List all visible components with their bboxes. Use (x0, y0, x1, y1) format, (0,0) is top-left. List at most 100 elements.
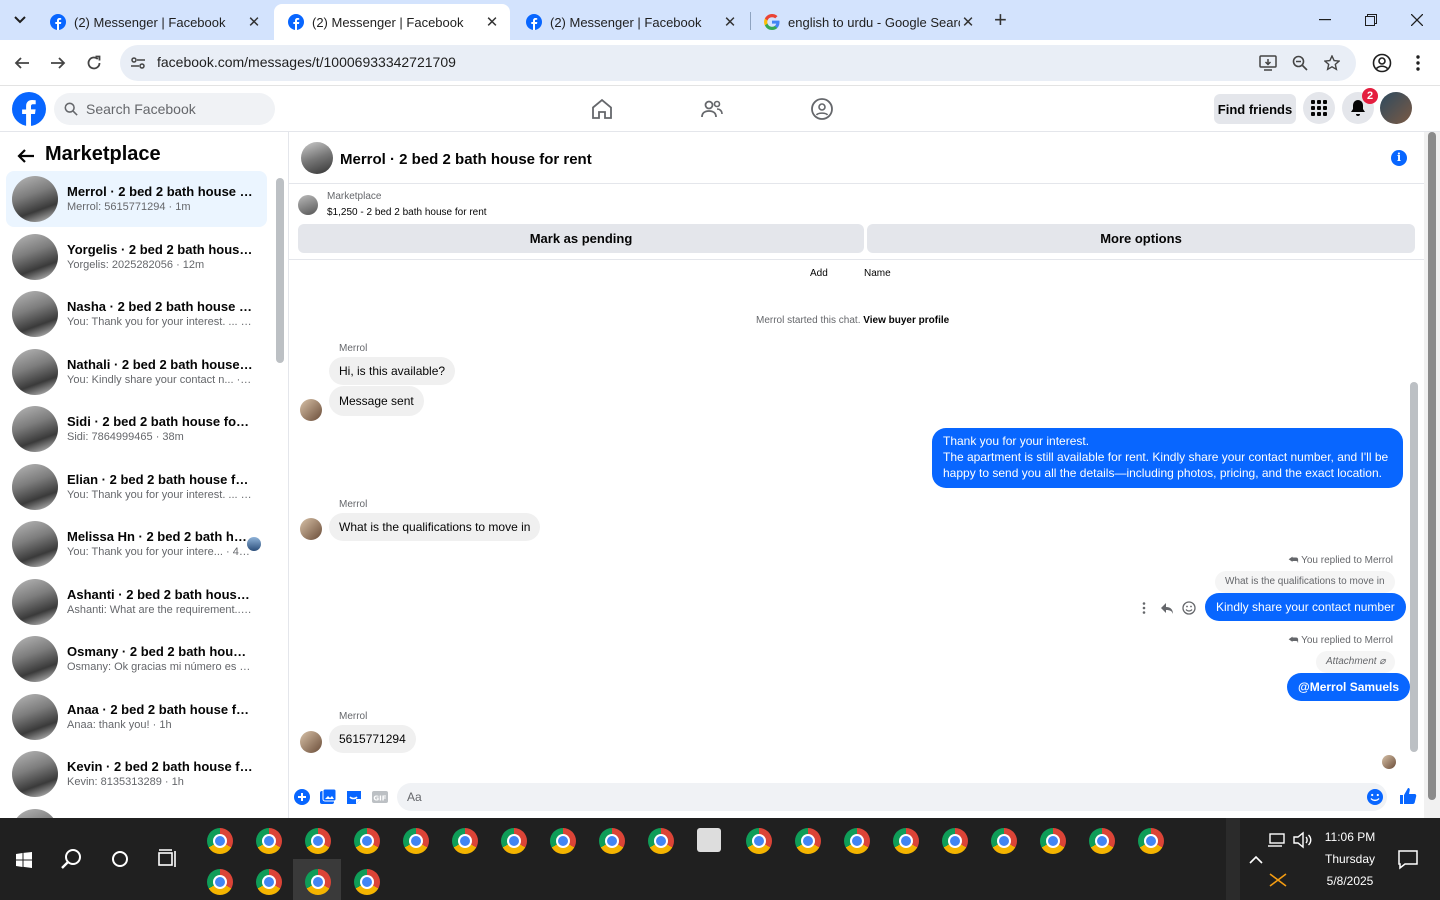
chrome-taskbar-icon[interactable] (452, 828, 478, 854)
outgoing-message[interactable]: Kindly share your contact number (1205, 593, 1406, 621)
chrome-taskbar-icon[interactable] (1040, 828, 1066, 854)
facebook-search-input[interactable]: Search Facebook (54, 93, 275, 125)
zoom-icon[interactable] (1288, 51, 1312, 75)
incoming-message[interactable]: Message sent (329, 386, 424, 416)
notification-center-icon[interactable] (1396, 847, 1420, 871)
conversation-item[interactable]: Yorgelis · 2 bed 2 bath house for rent Yo… (6, 229, 267, 285)
find-friends-button[interactable]: Find friends (1214, 94, 1296, 124)
bookmark-star-icon[interactable] (1320, 51, 1344, 75)
outgoing-message[interactable]: Thank you for your interest. The apartme… (932, 428, 1403, 488)
search-icon[interactable] (60, 847, 84, 871)
reload-button[interactable] (82, 51, 106, 75)
conversation-item[interactable]: Ashanti · 2 bed 2 bath house for rent Ash… (6, 574, 267, 630)
incoming-message[interactable]: 5615771294 (329, 725, 416, 753)
sender-avatar[interactable] (300, 399, 322, 421)
back-button[interactable] (10, 51, 34, 75)
conversation-item[interactable]: Anaa · 2 bed 2 bath house for rent Anaa: … (6, 689, 267, 745)
chrome-taskbar-icon[interactable] (942, 828, 968, 854)
sender-avatar[interactable] (300, 731, 322, 753)
close-tab-icon[interactable]: ✕ (960, 13, 976, 31)
chrome-taskbar-icon[interactable] (550, 828, 576, 854)
clock-time[interactable]: 11:06 PM (1310, 830, 1390, 844)
groups-icon[interactable] (810, 97, 834, 121)
conversation-item[interactable]: Osmany · 2 bed 2 bath house for rent Osma… (6, 631, 267, 687)
name-label[interactable]: Name (864, 268, 891, 279)
chrome-taskbar-icon[interactable] (403, 828, 429, 854)
chrome-taskbar-icon[interactable] (648, 828, 674, 854)
browser-tab-3[interactable]: (2) Messenger | Facebook ✕ (512, 4, 748, 40)
thumbs-up-icon[interactable] (1399, 787, 1417, 805)
clock-date[interactable]: 5/8/2025 (1310, 874, 1390, 888)
friends-icon[interactable] (700, 97, 724, 121)
chrome-taskbar-icon[interactable] (893, 828, 919, 854)
browser-menu-button[interactable] (1406, 51, 1430, 75)
reply-icon[interactable] (1160, 601, 1174, 615)
windows-start-icon[interactable] (16, 852, 32, 868)
clock-day[interactable]: Thursday (1310, 852, 1390, 866)
mark-as-pending-button[interactable]: Mark as pending (298, 224, 864, 253)
plus-circle-icon[interactable] (293, 788, 311, 806)
profile-avatar[interactable] (1380, 92, 1412, 124)
chrome-taskbar-icon[interactable] (1138, 828, 1164, 854)
sticker-icon[interactable] (345, 788, 363, 806)
listing-thumbnail[interactable] (298, 195, 318, 215)
conversation-item-partial[interactable] (6, 804, 267, 818)
chrome-taskbar-icon[interactable] (207, 869, 233, 895)
conversation-item[interactable]: Merrol · 2 bed 2 bath house for rent Merr… (6, 171, 267, 227)
chrome-taskbar-icon[interactable] (256, 828, 282, 854)
conversation-item[interactable]: Sidi · 2 bed 2 bath house for rent Sidi: … (6, 401, 267, 457)
chrome-taskbar-icon[interactable] (1089, 828, 1115, 854)
chrome-taskbar-icon-active[interactable] (305, 869, 331, 895)
more-options-button[interactable]: More options (867, 224, 1415, 253)
browser-tab-2-active[interactable]: (2) Messenger | Facebook ✕ (274, 4, 510, 40)
task-view-icon[interactable] (156, 847, 180, 871)
close-window-button[interactable] (1394, 0, 1440, 40)
close-tab-icon[interactable]: ✕ (722, 13, 738, 31)
message-scrollbar[interactable] (1410, 382, 1418, 752)
sidebar-scrollbar[interactable] (276, 178, 284, 363)
page-scrollbar-track[interactable] (1424, 132, 1440, 818)
close-tab-icon[interactable]: ✕ (484, 13, 500, 31)
install-app-icon[interactable] (1256, 51, 1280, 75)
arrow-left-icon[interactable] (16, 146, 36, 166)
new-tab-button[interactable]: + (994, 8, 1007, 32)
conversation-item[interactable]: Elian · 2 bed 2 bath house for rent You: … (6, 459, 267, 515)
view-buyer-profile-link[interactable]: View buyer profile (863, 315, 949, 326)
more-actions-icon[interactable] (1142, 602, 1146, 614)
minimize-window-button[interactable] (1302, 0, 1348, 40)
chrome-taskbar-icon[interactable] (256, 869, 282, 895)
tab-search-dropdown[interactable] (8, 8, 32, 32)
listing-price[interactable]: $1,250 - 2 bed 2 bath house for rent (327, 207, 487, 218)
address-bar[interactable]: facebook.com/messages/t/1000693334272170… (120, 45, 1356, 81)
chrome-taskbar-icon[interactable] (501, 828, 527, 854)
message-input[interactable]: Aa (397, 783, 1387, 811)
page-scrollbar-thumb[interactable] (1428, 132, 1436, 800)
chevron-up-icon[interactable] (1244, 848, 1268, 872)
sender-avatar[interactable] (300, 518, 322, 540)
close-tab-icon[interactable]: ✕ (246, 13, 262, 31)
tray-app-icon[interactable] (1266, 868, 1290, 892)
chrome-taskbar-icon[interactable] (746, 828, 772, 854)
home-icon[interactable] (590, 97, 614, 121)
quoted-attachment[interactable]: Attachment ⌀ (1316, 651, 1396, 673)
app-taskbar-icon[interactable] (697, 828, 721, 852)
info-icon[interactable]: i (1391, 150, 1407, 166)
chrome-taskbar-icon[interactable] (354, 828, 380, 854)
site-info-icon[interactable] (126, 51, 150, 75)
react-emoji-icon[interactable] (1182, 601, 1196, 615)
taskbar-scroll[interactable] (1226, 818, 1240, 900)
add-label[interactable]: Add (810, 268, 828, 279)
chrome-taskbar-icon[interactable] (207, 828, 233, 854)
facebook-logo-icon[interactable] (12, 92, 46, 126)
menu-button[interactable] (1303, 92, 1335, 124)
outgoing-message[interactable]: @Merrol Samuels (1287, 673, 1411, 701)
cortana-icon[interactable] (108, 847, 132, 871)
chrome-taskbar-icon[interactable] (844, 828, 870, 854)
conversation-item[interactable]: Kevin · 2 bed 2 bath house for rent Kevin… (6, 746, 267, 802)
emoji-icon[interactable] (1366, 788, 1384, 806)
chrome-taskbar-icon[interactable] (305, 828, 331, 854)
profile-button[interactable] (1370, 51, 1394, 75)
chat-title[interactable]: Merrol · 2 bed 2 bath house for rent (340, 151, 592, 168)
incoming-message[interactable]: Hi, is this available? (329, 357, 456, 385)
forward-button[interactable] (46, 51, 70, 75)
